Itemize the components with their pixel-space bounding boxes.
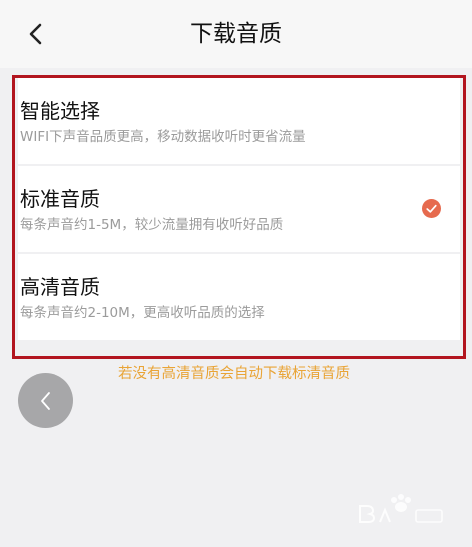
quality-options-highlight: 智能选择 WIFI下声音品质更高，移动数据收听时更省流量 标准音质 每条声音约1… bbox=[12, 75, 466, 359]
footnote: 若没有高清音质会自动下载标清音质 bbox=[118, 366, 350, 382]
option-title: 高清音质 bbox=[20, 275, 100, 299]
floating-back-button[interactable] bbox=[18, 373, 73, 428]
option-smart[interactable]: 智能选择 WIFI下声音品质更高，移动数据收听时更省流量 bbox=[18, 78, 460, 164]
option-description: WIFI下声音品质更高，移动数据收听时更省流量 bbox=[20, 129, 306, 145]
option-standard[interactable]: 标准音质 每条声音约1-5M，较少流量拥有收听好品质 bbox=[18, 166, 460, 252]
option-description: 每条声音约2-10M，更高收听品质的选择 bbox=[20, 305, 265, 321]
option-description: 每条声音约1-5M，较少流量拥有收听好品质 bbox=[20, 217, 284, 233]
option-hd[interactable]: 高清音质 每条声音约2-10M，更高收听品质的选择 bbox=[18, 254, 460, 340]
nav-bar: 下载音质 bbox=[0, 4, 472, 68]
checkmark-icon bbox=[422, 199, 441, 218]
option-title: 智能选择 bbox=[20, 99, 100, 123]
option-title: 标准音质 bbox=[20, 187, 100, 211]
chevron-left-icon bbox=[40, 391, 50, 410]
watermark-logo bbox=[359, 494, 443, 523]
page-title: 下载音质 bbox=[190, 21, 282, 47]
